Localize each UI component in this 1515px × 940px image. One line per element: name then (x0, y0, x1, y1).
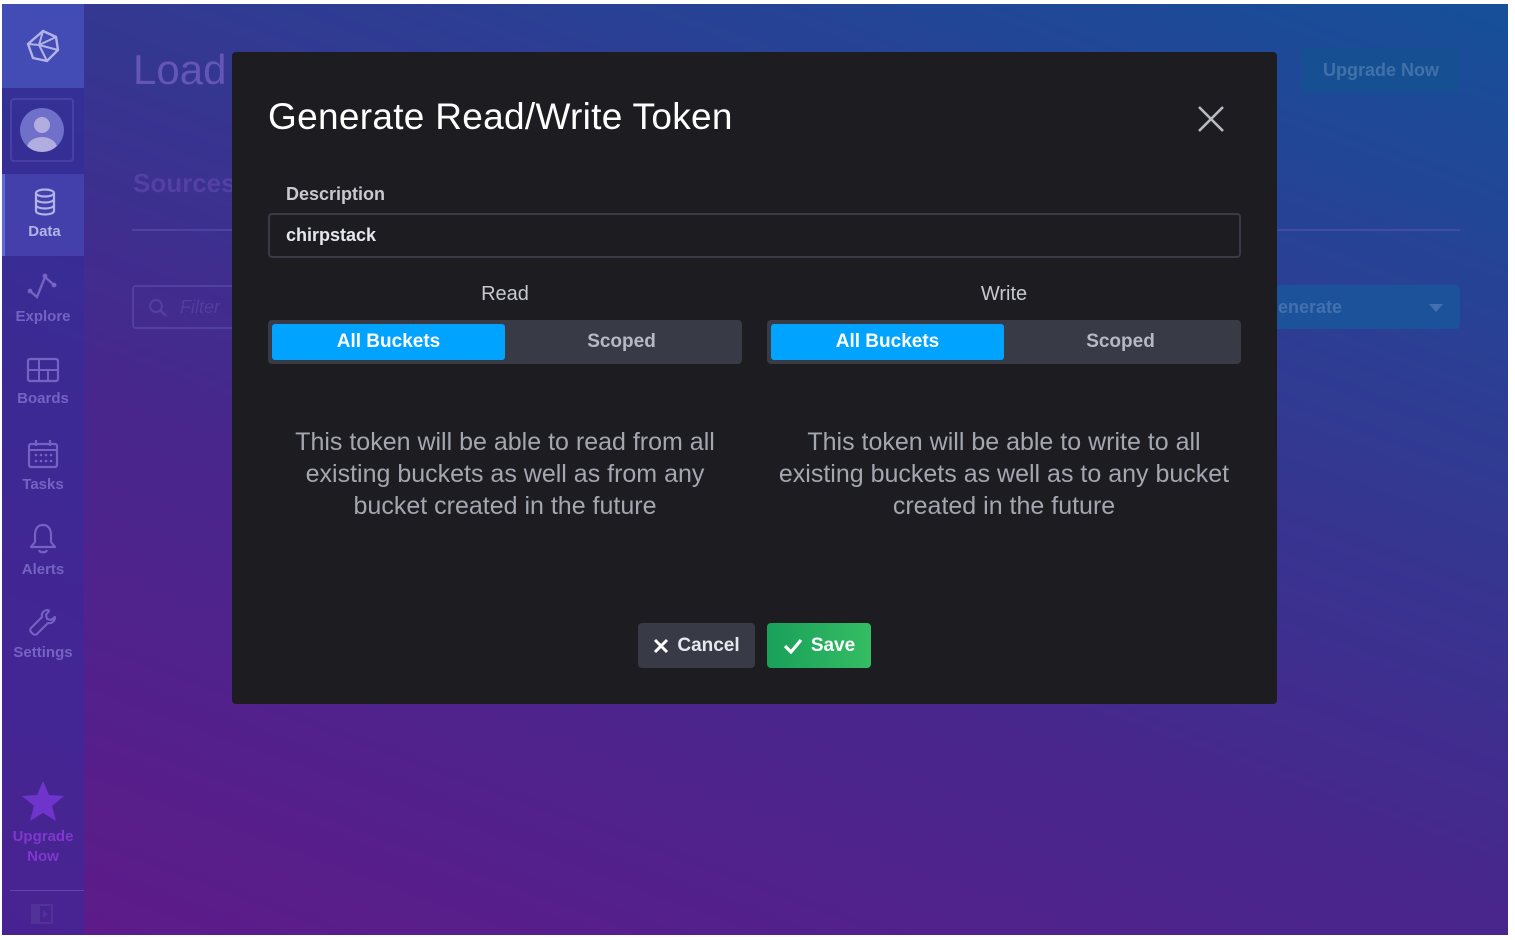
close-icon[interactable] (1194, 102, 1228, 136)
cancel-button[interactable]: Cancel (638, 623, 755, 668)
description-label: Description (286, 184, 386, 204)
read-label: Read (481, 283, 529, 305)
save-label: Save (810, 634, 856, 656)
write-scope-toggle: All Buckets Scoped (767, 320, 1241, 364)
read-scoped-option[interactable]: Scoped (505, 324, 738, 360)
write-label: Write (980, 283, 1028, 305)
write-all-buckets-option[interactable]: All Buckets (771, 324, 1004, 360)
save-button[interactable]: Save (767, 623, 871, 668)
write-scoped-option[interactable]: Scoped (1004, 324, 1237, 360)
generate-token-dialog: Generate Read/Write Token Description Re… (232, 52, 1277, 704)
read-help-text: This token will be able to read from all… (295, 428, 715, 520)
dialog-title: Generate Read/Write Token (268, 96, 733, 137)
checkmark-icon (783, 638, 803, 654)
cancel-label: Cancel (677, 634, 740, 656)
write-help-text: This token will be able to write to all … (778, 428, 1230, 520)
description-input[interactable] (268, 213, 1241, 258)
read-scope-toggle: All Buckets Scoped (268, 320, 742, 364)
app-window: Data Explore Boards Tasks Alerts Setting… (2, 4, 1508, 935)
read-all-buckets-option[interactable]: All Buckets (272, 324, 505, 360)
close-icon (654, 638, 669, 653)
